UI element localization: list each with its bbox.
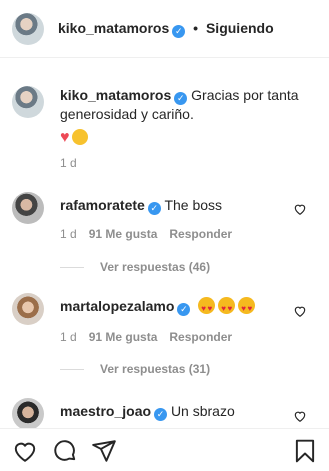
post-header: kiko_matamoros ✓ • Siguiendo <box>0 0 329 58</box>
bookmark-icon[interactable] <box>292 438 318 464</box>
comment-body: Un sbrazo <box>170 403 235 419</box>
comment-row: rafamoratete ✓ The boss <box>12 192 317 224</box>
verified-badge-icon: ✓ <box>154 408 168 421</box>
commenter-username[interactable]: martalopezalamo <box>60 298 174 314</box>
commenter-avatar[interactable] <box>12 192 44 224</box>
heart-eyes-emoji-icon <box>218 297 236 318</box>
view-replies-button[interactable]: Ver respuestas (31) <box>60 362 210 376</box>
comment-text: martalopezalamo ✓ <box>60 297 258 325</box>
view-replies-label[interactable]: Ver respuestas (31) <box>100 362 210 376</box>
comment-likes[interactable]: 91 Me gusta <box>89 227 158 241</box>
view-replies-label[interactable]: Ver respuestas (46) <box>100 260 210 274</box>
like-comment-heart-icon[interactable] <box>293 304 307 318</box>
share-icon[interactable] <box>91 438 117 464</box>
caption-username[interactable]: kiko_matamoros <box>60 87 171 103</box>
comment-row: martalopezalamo ✓ <box>12 293 317 325</box>
like-comment-heart-icon[interactable] <box>293 202 307 216</box>
reply-button[interactable]: Responder <box>169 227 232 241</box>
red-heart-emoji-icon: ♥ <box>60 129 70 146</box>
commenter-username[interactable]: maestro_joao <box>60 403 151 419</box>
caption-emojis: ♥ <box>60 128 310 147</box>
comment-time[interactable]: 1 d <box>60 330 77 344</box>
comment-likes[interactable]: 91 Me gusta <box>89 330 158 344</box>
verified-badge-icon: ✓ <box>147 202 161 215</box>
heart-eyes-emoji-icon <box>238 297 256 318</box>
header-title: kiko_matamoros ✓ • Siguiendo <box>58 20 274 38</box>
like-comment-heart-icon[interactable] <box>293 409 307 423</box>
replies-divider <box>60 368 84 370</box>
replies-divider <box>60 266 84 268</box>
instagram-comments-panel: kiko_matamoros ✓ • Siguiendo kiko_matamor… <box>0 0 329 471</box>
reply-button[interactable]: Responder <box>169 330 232 344</box>
comment-emojis <box>198 297 258 318</box>
comment-icon[interactable] <box>52 438 78 464</box>
comment-body: The boss <box>164 197 223 213</box>
comment-time[interactable]: 1 d <box>60 227 77 241</box>
caption-avatar[interactable] <box>12 86 44 118</box>
commenter-username[interactable]: rafamoratete <box>60 197 145 213</box>
post-action-bar <box>0 428 329 471</box>
comment-row: maestro_joao ✓ Un sbrazo <box>12 398 317 430</box>
caption-text: kiko_matamoros ✓ Gracias por tanta genero… <box>60 86 310 147</box>
comment-meta: 1 d 91 Me gusta Responder <box>60 227 232 241</box>
separator: • <box>193 19 199 36</box>
verified-badge-icon: ✓ <box>172 24 186 38</box>
following-button[interactable]: Siguiendo <box>206 20 274 36</box>
heart-icon[interactable] <box>12 438 38 464</box>
heart-eyes-emoji-icon <box>198 297 216 318</box>
comment-text: maestro_joao ✓ Un sbrazo <box>60 402 235 430</box>
verified-badge-icon: ✓ <box>177 303 191 316</box>
caption-meta: 1 d <box>60 156 77 170</box>
face-emoji-icon <box>71 129 88 145</box>
author-username[interactable]: kiko_matamoros <box>58 20 169 36</box>
commenter-avatar[interactable] <box>12 398 44 430</box>
caption-row: kiko_matamoros ✓ Gracias por tanta genero… <box>12 86 317 147</box>
author-avatar[interactable] <box>12 12 44 45</box>
view-replies-button[interactable]: Ver respuestas (46) <box>60 260 210 274</box>
comment-text: rafamoratete ✓ The boss <box>60 196 222 224</box>
commenter-avatar[interactable] <box>12 293 44 325</box>
verified-badge-icon: ✓ <box>174 92 188 105</box>
comment-meta: 1 d 91 Me gusta Responder <box>60 330 232 344</box>
caption-time[interactable]: 1 d <box>60 156 77 170</box>
